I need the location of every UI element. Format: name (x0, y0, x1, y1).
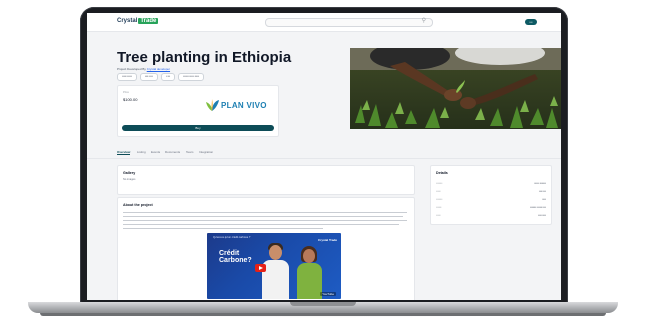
laptop-base-notch (290, 302, 356, 306)
video-brand: Crystal Trade (317, 238, 337, 242)
about-text-line (123, 220, 407, 221)
play-icon[interactable] (255, 264, 266, 272)
person-illustration (303, 249, 315, 263)
tab-listing[interactable]: Listing (137, 150, 146, 154)
video-player[interactable]: Qu'est-ce qu'un crédit carbone ? Crystal… (207, 233, 341, 299)
brand-logo[interactable]: Crystal Trade (117, 18, 159, 24)
laptop-screen: Crystal Trade ⚲ ••• Tree planting in Ethi… (87, 13, 561, 300)
detail-row: ••••••• •••• (436, 198, 546, 204)
page-title: Tree planting in Ethiopia (117, 49, 292, 66)
person-illustration (262, 260, 289, 299)
about-text-line (123, 224, 399, 225)
detail-row: ••••• •••• ••• (436, 190, 546, 196)
youtube-label[interactable]: YouTube (320, 292, 336, 296)
tab-overview[interactable]: Overview (117, 150, 131, 155)
top-navbar: Crystal Trade ⚲ ••• (87, 13, 561, 32)
detail-key: ••••• (436, 190, 441, 193)
project-tags: ••••• ••••• •••• •••• • ••• •••••• •••••… (117, 73, 205, 81)
video-header: Qu'est-ce qu'un crédit carbone ? (213, 236, 251, 239)
gallery-panel: Gallery No images (117, 165, 415, 195)
person-illustration (269, 245, 282, 260)
price-card: Price $100.00 PLAN VIVO Buy (117, 85, 279, 137)
tab-documents[interactable]: Documents (165, 150, 180, 154)
person-illustration (297, 263, 322, 299)
search-input[interactable]: ⚲ (265, 18, 433, 27)
video-title: Crédit Carbone? (219, 250, 252, 264)
section-tabs: Overview Listing Events Documents Team I… (87, 148, 561, 159)
logo-word: Crystal (117, 18, 138, 24)
details-panel: Details ••••••• ••••• ••••••• ••••• ••••… (430, 165, 552, 225)
about-text-line (123, 228, 323, 229)
tag-pill[interactable]: •••• •••• (139, 73, 158, 81)
logo-badge: Trade (138, 18, 159, 24)
about-text-line (123, 212, 407, 213)
details-title: Details (436, 171, 448, 175)
tag-pill[interactable]: ••••• ••••• (117, 73, 137, 81)
project-photo (350, 48, 561, 129)
tag-pill[interactable]: •••••• ••••• ••••• (178, 73, 205, 81)
search-icon[interactable]: ⚲ (422, 17, 426, 24)
price-value: $100.00 (123, 97, 138, 102)
detail-row: •••••• ••••••• •••••• ••• (436, 206, 546, 212)
tab-team[interactable]: Team (186, 150, 193, 154)
detail-row: ••••••• ••••• ••••••• (436, 182, 546, 188)
detail-value: ••••••• •••••• ••• (530, 206, 546, 209)
plan-vivo-text: PLAN VIVO (221, 100, 267, 110)
gallery-empty-text: No images (123, 178, 136, 181)
laptop-foot (40, 313, 606, 316)
detail-key: ••••••• (436, 198, 443, 201)
about-text-line (123, 216, 403, 217)
plan-vivo-leaf-icon (206, 99, 219, 111)
project-developer-line: Project Developed By Crystal developer (117, 67, 170, 71)
buy-button[interactable]: Buy (122, 125, 274, 131)
detail-key: ••••••• (436, 182, 443, 185)
plan-vivo-logo: PLAN VIVO (204, 96, 270, 114)
developer-link[interactable]: Crystal developer (147, 67, 170, 71)
detail-key: •••••• (436, 206, 442, 209)
detail-key: ••••• (436, 214, 441, 217)
developer-prefix: Project Developed By (117, 67, 146, 71)
detail-row: ••••• •••• •••• (436, 214, 546, 220)
tab-integration[interactable]: Integration (199, 150, 213, 154)
login-button[interactable]: ••• (525, 19, 537, 25)
tab-events[interactable]: Events (151, 150, 160, 154)
detail-value: ••••• ••••••• (534, 182, 546, 185)
tree-planting-photo (350, 48, 561, 129)
detail-value: •••• ••• (538, 190, 546, 193)
tag-pill[interactable]: • ••• (160, 73, 176, 81)
gallery-title: Gallery (123, 171, 136, 175)
detail-value: •••• •••• (538, 214, 546, 217)
about-title: About the project (123, 203, 153, 207)
detail-value: •••• (542, 198, 546, 201)
price-label: Price (123, 91, 129, 94)
